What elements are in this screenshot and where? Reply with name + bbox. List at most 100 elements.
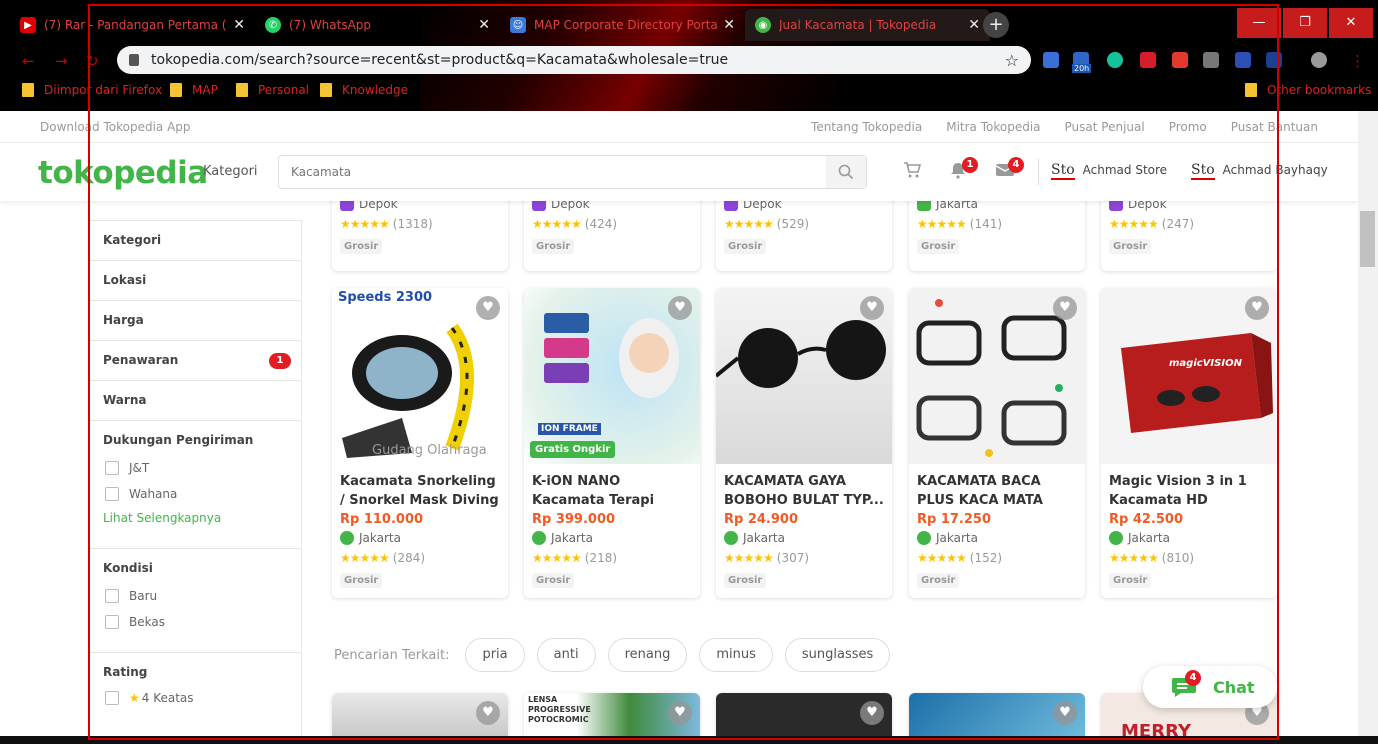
search-button[interactable]: [826, 156, 866, 188]
product-card[interactable]: Speeds 2300 Gudang Olahraga ♥ Kacamata S…: [332, 288, 508, 598]
extension-icon[interactable]: [1172, 52, 1188, 68]
page-scrollbar[interactable]: [1358, 111, 1378, 744]
tab-tokopedia[interactable]: ◉ Jual Kacamata | Tokopedia ✕: [745, 9, 990, 41]
close-tab-icon[interactable]: ✕: [233, 17, 245, 33]
wishlist-heart-icon[interactable]: ♥: [1245, 296, 1269, 320]
related-chip[interactable]: sunglasses: [784, 638, 891, 672]
product-card-partial[interactable]: Jakarta ★★★★★ (141) Grosir: [909, 189, 1085, 271]
star-icon: ★: [129, 691, 140, 705]
grammarly-icon[interactable]: [1107, 52, 1123, 68]
tab-whatsapp[interactable]: ✆ (7) WhatsApp ✕: [255, 9, 500, 41]
bookmark-label: Diimpor dari Firefox: [44, 83, 163, 97]
product-card-partial[interactable]: Depok ★★★★★ (424) Grosir: [524, 189, 700, 271]
checkbox[interactable]: [105, 487, 119, 501]
folder-icon: [170, 83, 182, 97]
bookmark-other[interactable]: Other bookmarks: [1245, 83, 1371, 97]
bookmark-map[interactable]: MAP: [170, 83, 218, 97]
option-bekas[interactable]: Bekas: [89, 609, 301, 635]
checkbox[interactable]: [105, 615, 119, 629]
menu-icon[interactable]: ⋮: [1350, 52, 1365, 70]
wishlist-heart-icon[interactable]: ♥: [860, 296, 884, 320]
product-card-partial[interactable]: Depok ★★★★★ (247) Grosir: [1101, 189, 1277, 271]
bookmark-star-icon[interactable]: ☆: [1005, 51, 1019, 70]
download-icon[interactable]: [1266, 52, 1282, 68]
option-baru[interactable]: Baru: [89, 583, 301, 609]
extension-icon[interactable]: [1235, 52, 1251, 68]
option-rating[interactable]: ★ 4 Keatas: [89, 685, 301, 711]
product-name[interactable]: KACAMATA GAYA BOBOHO BULAT TYP...: [716, 472, 892, 510]
filter-rating[interactable]: Rating: [89, 653, 301, 685]
kategori-button[interactable]: Kategori: [203, 164, 258, 179]
product-card[interactable]: ION FRAME Gratis Ongkir ♥ K-iON NANO Kac…: [524, 288, 700, 598]
bookmark-knowledge[interactable]: Knowledge: [320, 83, 408, 97]
filter-title: Kategori: [103, 233, 162, 247]
back-icon[interactable]: ←: [22, 52, 35, 70]
new-tab-button[interactable]: +: [983, 12, 1009, 38]
link-tentang[interactable]: Tentang Tokopedia: [811, 120, 922, 134]
wishlist-heart-icon[interactable]: ♥: [668, 701, 692, 725]
filter-harga[interactable]: Harga: [89, 301, 301, 341]
tab-map-portal[interactable]: ☺ MAP Corporate Directory Portal ✕: [500, 9, 745, 41]
close-window-button[interactable]: ✕: [1329, 8, 1373, 38]
close-tab-icon[interactable]: ✕: [478, 17, 490, 33]
chat-button[interactable]: Chat 4: [1143, 666, 1277, 708]
related-chip[interactable]: renang: [607, 638, 688, 672]
product-name[interactable]: Kacamata Snorkeling / Snorkel Mask Divin…: [332, 472, 508, 510]
reload-icon[interactable]: ↻: [86, 52, 99, 70]
option-jnt[interactable]: J&T: [89, 455, 301, 481]
minimize-button[interactable]: —: [1237, 8, 1281, 38]
filter-kategori[interactable]: Kategori: [89, 221, 301, 261]
download-app-link[interactable]: Download Tokopedia App: [40, 120, 191, 134]
shop-menu[interactable]: Sto Achmad Store: [1051, 162, 1167, 180]
translate-extension-icon[interactable]: [1043, 52, 1059, 68]
wishlist-heart-icon[interactable]: ♥: [860, 701, 884, 725]
filter-pengiriman[interactable]: Dukungan Pengiriman: [89, 421, 301, 455]
location-text: Jakarta: [743, 531, 785, 545]
checkbox[interactable]: [105, 461, 119, 475]
link-mitra[interactable]: Mitra Tokopedia: [946, 120, 1040, 134]
product-card[interactable]: ♥ KACAMATA GAYA BOBOHO BULAT TYP... Rp 2…: [716, 288, 892, 598]
restore-button[interactable]: ❐: [1283, 8, 1327, 38]
bookmark-personal[interactable]: Personal: [236, 83, 309, 97]
wishlist-heart-icon[interactable]: ♥: [476, 701, 500, 725]
link-pusat-bantuan[interactable]: Pusat Bantuan: [1231, 120, 1318, 134]
wishlist-heart-icon[interactable]: ♥: [476, 296, 500, 320]
product-name[interactable]: K-iON NANO Kacamata Terapi BIngkai Besar…: [524, 472, 700, 510]
option-wahana[interactable]: Wahana: [89, 481, 301, 507]
filter-kondisi[interactable]: Kondisi: [89, 549, 301, 583]
scrollbar-thumb[interactable]: [1360, 211, 1375, 267]
product-name[interactable]: KACAMATA BACA PLUS KACA MATA: [909, 472, 1085, 510]
tab-youtube[interactable]: ▶ (7) Rar - Pandangan Pertama (ec ✕: [10, 9, 255, 41]
filter-lokasi[interactable]: Lokasi: [89, 261, 301, 301]
product-card[interactable]: ♥ KACAMATA BACA PLUS KACA MATA Rp 17.250…: [909, 288, 1085, 598]
see-more-link[interactable]: Lihat Selengkapnya: [89, 507, 301, 529]
extension-icon[interactable]: [1203, 52, 1219, 68]
product-card[interactable]: magicVISION ♥ Magic Vision 3 in 1 Kacama…: [1101, 288, 1277, 598]
related-chip[interactable]: minus: [699, 638, 773, 672]
wishlist-heart-icon[interactable]: ♥: [1053, 296, 1077, 320]
close-tab-icon[interactable]: ✕: [968, 17, 980, 33]
profile-avatar[interactable]: [1311, 52, 1327, 68]
search-input[interactable]: [279, 156, 827, 188]
wishlist-heart-icon[interactable]: ♥: [1053, 701, 1077, 725]
close-tab-icon[interactable]: ✕: [723, 17, 735, 33]
user-menu[interactable]: Sto Achmad Bayhaqy: [1191, 162, 1328, 180]
wishlist-heart-icon[interactable]: ♥: [668, 296, 692, 320]
link-pusat-penjual[interactable]: Pusat Penjual: [1065, 120, 1145, 134]
checkbox[interactable]: [105, 589, 119, 603]
product-card-partial[interactable]: Depok ★★★★★ (529) Grosir: [716, 189, 892, 271]
bookmark-diimpor[interactable]: Diimpor dari Firefox: [22, 83, 162, 97]
filter-warna[interactable]: Warna: [89, 381, 301, 421]
checkbox[interactable]: [105, 691, 119, 705]
filter-penawaran[interactable]: Penawaran 1: [89, 341, 301, 381]
related-chip[interactable]: anti: [536, 638, 596, 672]
address-bar[interactable]: tokopedia.com/search?source=recent&st=pr…: [117, 46, 1031, 74]
product-card-partial[interactable]: Depok ★★★★★ (1318) Grosir: [332, 189, 508, 271]
product-name[interactable]: Magic Vision 3 in 1 Kacamata HD Vision..…: [1101, 472, 1277, 510]
forward-icon[interactable]: →: [55, 52, 68, 70]
tokopedia-logo[interactable]: tokopedia: [38, 155, 208, 191]
extension-icon[interactable]: [1140, 52, 1156, 68]
link-promo[interactable]: Promo: [1169, 120, 1207, 134]
cart-icon[interactable]: [903, 161, 921, 179]
related-chip[interactable]: pria: [465, 638, 525, 672]
